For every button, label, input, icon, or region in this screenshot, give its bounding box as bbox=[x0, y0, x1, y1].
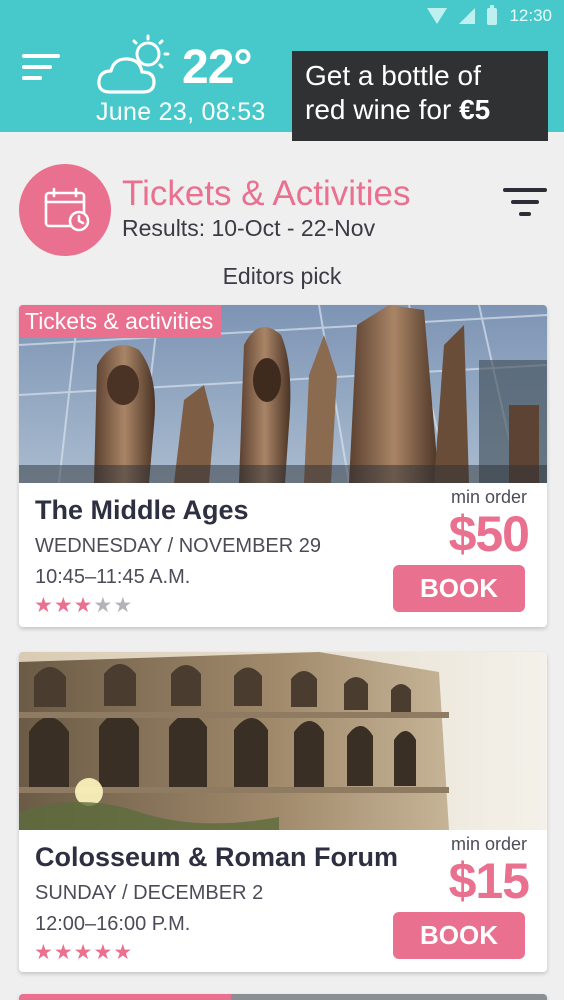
activity-time: 12:00–16:00 P.M. bbox=[35, 913, 191, 935]
star-filled-icon: ★ bbox=[113, 941, 133, 964]
signal-icon bbox=[459, 8, 476, 24]
temperature: 22° bbox=[182, 41, 253, 94]
star-filled-icon: ★ bbox=[53, 594, 73, 617]
book-button[interactable]: BOOK bbox=[393, 912, 525, 959]
editors-pick-label: Editors pick bbox=[222, 263, 342, 289]
partly-sunny-icon bbox=[97, 34, 170, 94]
activity-card[interactable]: Colosseum & Roman Forum SUNDAY / DECEMBE… bbox=[19, 652, 547, 972]
hamburger-menu-icon[interactable] bbox=[22, 54, 60, 84]
promo-price: €5 bbox=[459, 94, 491, 125]
book-button[interactable]: BOOK bbox=[393, 565, 525, 612]
star-rating: ★ ★ ★ ★ ★ bbox=[34, 595, 132, 617]
category-tag: Tickets & activities bbox=[19, 305, 222, 338]
battery-icon bbox=[487, 4, 498, 25]
activity-image bbox=[231, 994, 547, 1000]
colosseum-image bbox=[19, 652, 547, 830]
star-filled-icon: ★ bbox=[73, 594, 93, 617]
activity-title: Colosseum & Roman Forum bbox=[35, 842, 399, 872]
activity-card[interactable]: Tickets & activities The Middle Ages WED… bbox=[19, 305, 547, 627]
star-filled-icon: ★ bbox=[34, 594, 53, 617]
status-time: 12:30 bbox=[509, 6, 552, 25]
star-filled-icon: ★ bbox=[53, 941, 73, 964]
star-filled-icon: ★ bbox=[93, 941, 113, 964]
activity-time: 10:45–11:45 A.M. bbox=[35, 566, 191, 588]
star-empty-icon: ★ bbox=[113, 594, 133, 617]
promo-line-2: red wine for €5 bbox=[305, 93, 548, 127]
activity-card[interactable] bbox=[19, 994, 547, 1000]
star-empty-icon: ★ bbox=[93, 594, 113, 617]
star-filled-icon: ★ bbox=[34, 941, 53, 964]
price: $15 bbox=[448, 853, 530, 909]
filter-icon[interactable] bbox=[503, 188, 547, 220]
star-rating: ★ ★ ★ ★ ★ bbox=[34, 942, 132, 964]
promo-line-1: Get a bottle of bbox=[305, 60, 481, 91]
price: $50 bbox=[448, 506, 530, 562]
weather-date: June 23, 08:53 bbox=[96, 98, 266, 126]
activity-title: The Middle Ages bbox=[35, 495, 249, 525]
calendar-clock-icon bbox=[19, 164, 111, 256]
activity-date: SUNDAY / DECEMBER 2 bbox=[35, 882, 264, 904]
section-title: Tickets & Activities bbox=[122, 174, 411, 213]
status-bar: 12:30 bbox=[0, 0, 564, 34]
star-filled-icon: ★ bbox=[73, 941, 93, 964]
promo-text: red wine for bbox=[305, 94, 460, 125]
wifi-icon bbox=[427, 8, 448, 24]
app-header: 22° June 23, 08:53 Get a bottle of red w… bbox=[0, 34, 564, 141]
category-tag bbox=[19, 994, 231, 1000]
results-range: Results: 10-Oct - 22-Nov bbox=[122, 215, 376, 241]
promo-banner[interactable]: Get a bottle of red wine for €5 bbox=[292, 51, 548, 141]
activity-date: WEDNESDAY / NOVEMBER 29 bbox=[35, 535, 321, 557]
